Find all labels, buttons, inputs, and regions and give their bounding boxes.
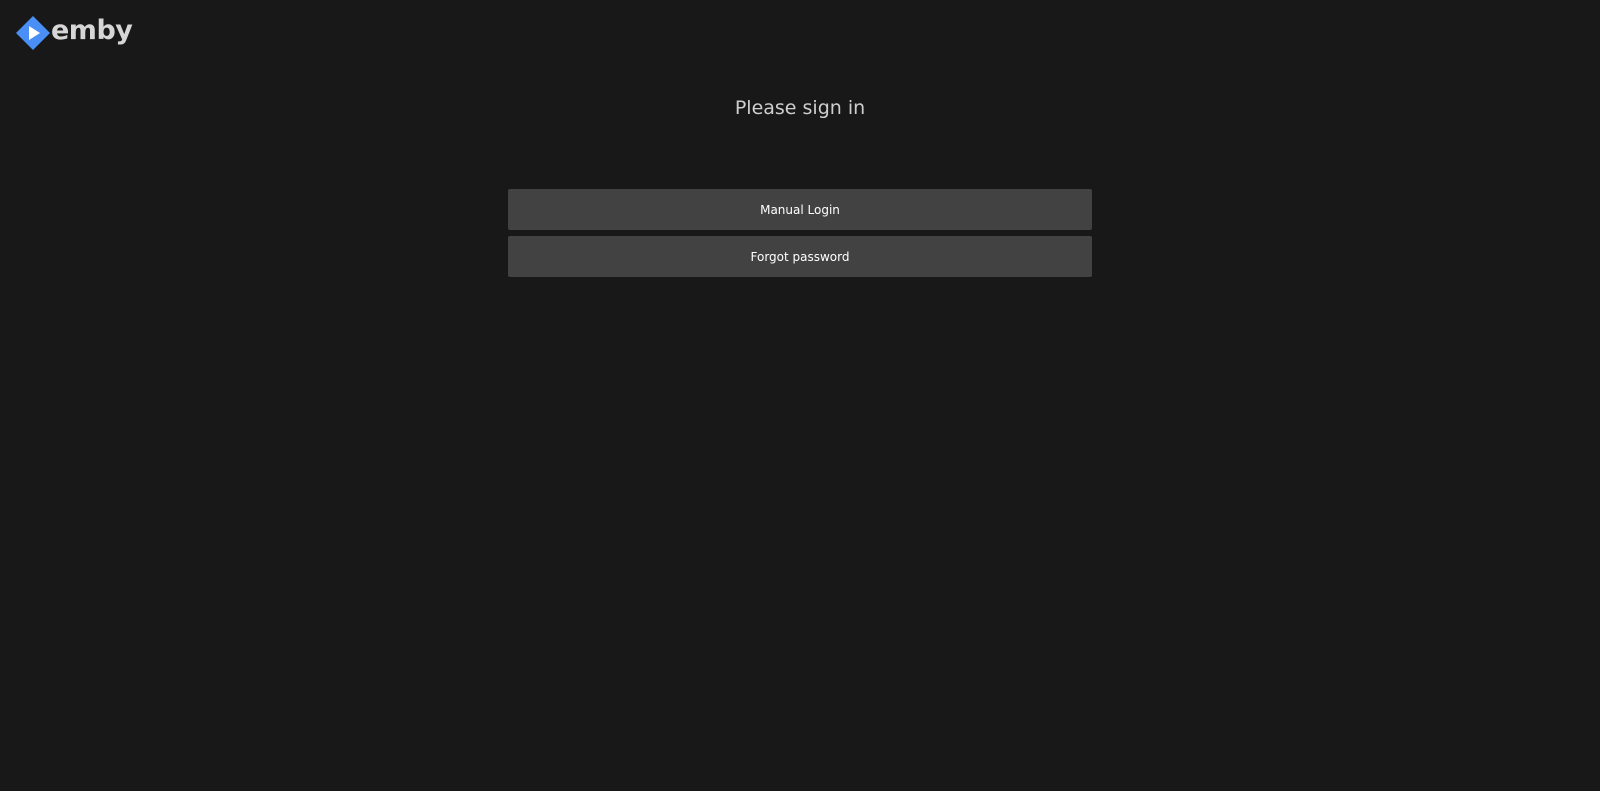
forgot-password-button[interactable]: Forgot password (508, 236, 1092, 277)
emby-logo[interactable]: emby (16, 15, 133, 50)
login-page: emby Please sign in Manual Login Forgot … (0, 0, 1600, 791)
manual-login-button[interactable]: Manual Login (508, 189, 1092, 230)
page-title: Please sign in (734, 97, 866, 119)
brand-name: emby (51, 15, 133, 46)
emby-play-diamond-icon (16, 16, 50, 50)
